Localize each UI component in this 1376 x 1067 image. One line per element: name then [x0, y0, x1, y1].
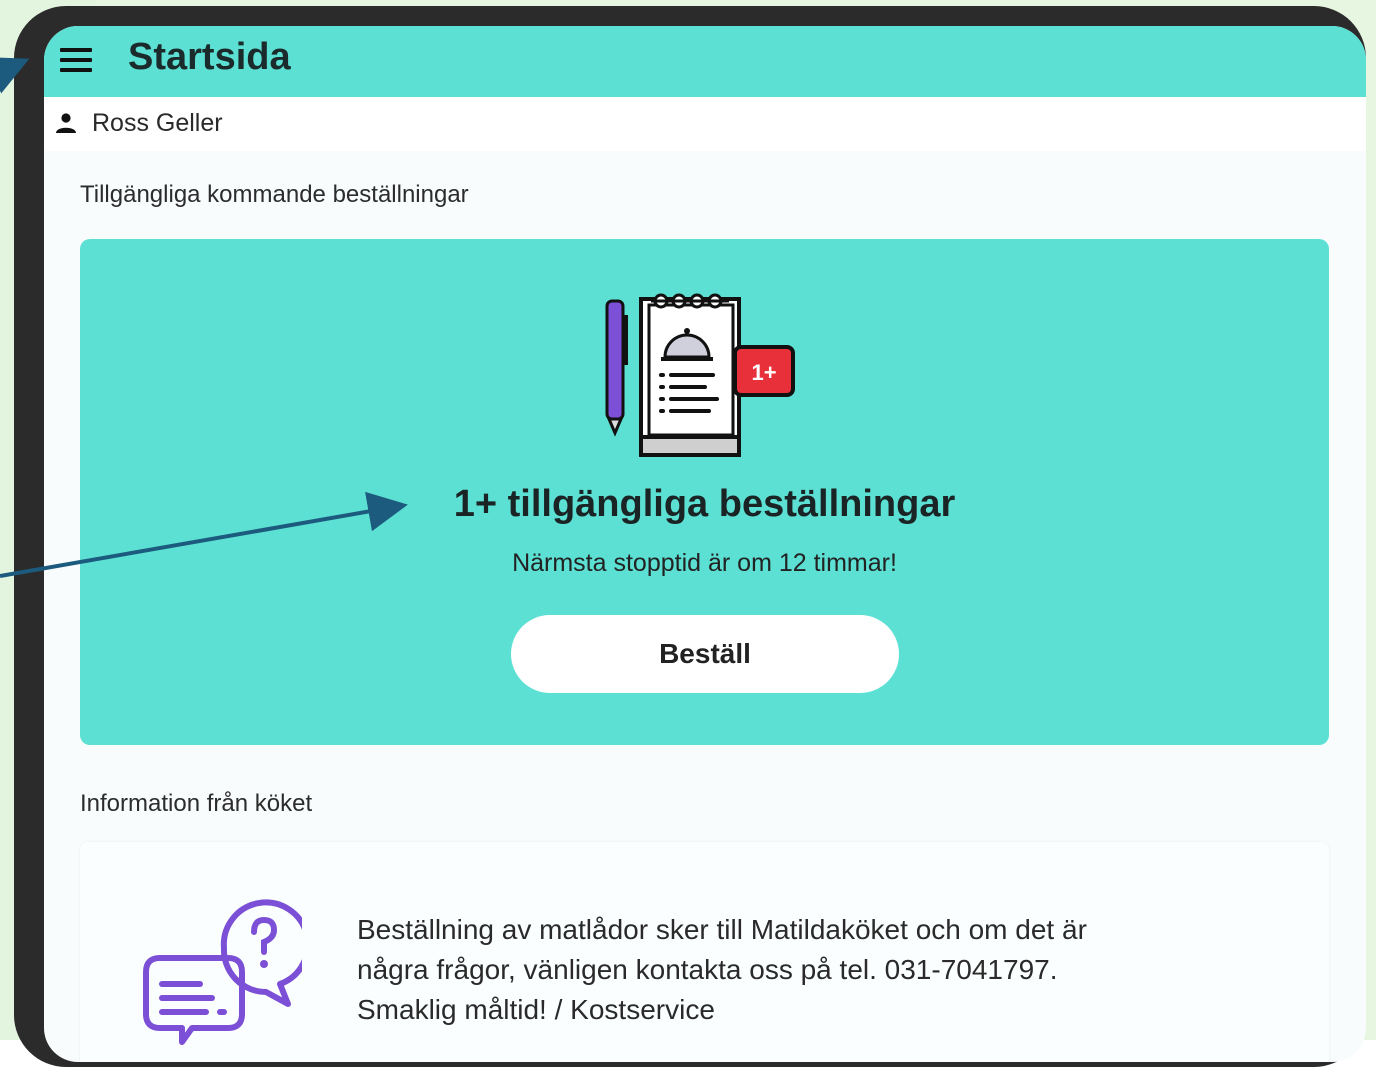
order-badge: 1+	[751, 360, 776, 385]
info-text: Beställning av matlådor sker till Matild…	[357, 914, 1087, 1025]
page-title: Startsida	[128, 36, 291, 78]
info-card: Beställning av matlådor sker till Matild…	[80, 842, 1329, 1062]
info-section-label: Information från köket	[80, 790, 313, 817]
order-card: 1+ 1+ tillgängliga beställningar Närmsta…	[80, 239, 1329, 745]
hamburger-menu-icon[interactable]	[58, 46, 94, 74]
top-app-bar: Startsida	[44, 26, 1366, 97]
deadline-text: Närmsta stopptid är om 12 timmar!	[512, 549, 897, 577]
user-name: Ross Geller	[92, 109, 223, 137]
order-button[interactable]: Beställ	[511, 615, 899, 693]
chat-question-icon	[143, 899, 302, 1045]
user-bar: Ross Geller	[44, 97, 1366, 151]
orders-headline: 1+ tillgängliga beställningar	[453, 483, 956, 525]
orders-section-label: Tillgängliga kommande beställningar	[80, 181, 469, 208]
person-icon	[56, 113, 76, 133]
tablet-frame: Startsida Ross Geller Tillgängliga komma…	[14, 6, 1366, 1067]
order-notepad-icon: 1+	[605, 293, 795, 457]
app-screen: Startsida Ross Geller Tillgängliga komma…	[44, 26, 1366, 1062]
